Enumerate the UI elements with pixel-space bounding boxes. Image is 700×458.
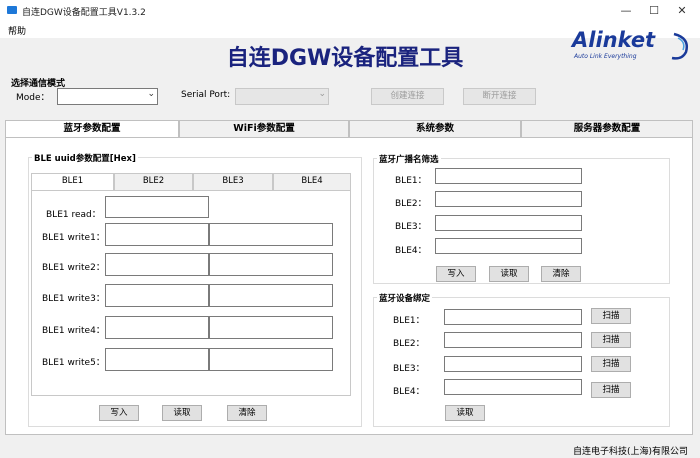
bind-ble2-input[interactable] (444, 332, 582, 348)
alinket-logo: Alinket Auto Link Everything (572, 28, 692, 64)
ble1-write1-input-a[interactable] (105, 223, 209, 246)
tab-server-config[interactable]: 服务器参数配置 (521, 120, 693, 138)
ble-bind-group-label: 蓝牙设备绑定 (377, 292, 433, 304)
filter-ble1-label: BLE1： (395, 176, 427, 186)
bind-ble4-label: BLE4： (393, 387, 425, 397)
company-name: 自连电子科技(上海)有限公司 (572, 447, 688, 457)
ble-filter-group-label: 蓝牙广播名筛选 (377, 153, 441, 165)
tab-ble2[interactable]: BLE2 (114, 173, 193, 190)
maximize-icon[interactable]: ☐ (640, 2, 668, 20)
connect-button[interactable]: 创建连接 (371, 88, 444, 105)
filter-ble4-label: BLE4： (395, 246, 427, 256)
filter-clear-button[interactable]: 清除 (541, 266, 581, 282)
tab-ble1[interactable]: BLE1 (31, 173, 114, 191)
main-tabs: 蓝牙参数配置 WiFi参数配置 系统参数 服务器参数配置 (5, 120, 693, 139)
bind-ble3-input[interactable] (444, 356, 582, 372)
ble1-write4-input-a[interactable] (105, 316, 209, 339)
mode-select[interactable]: ⌄ (57, 88, 158, 105)
disconnect-button[interactable]: 断开连接 (463, 88, 536, 105)
ble-uuid-read-button[interactable]: 读取 (162, 405, 202, 421)
filter-write-button[interactable]: 写入 (436, 266, 476, 282)
filter-ble2-label: BLE2： (395, 199, 427, 209)
ble1-write5-input-b[interactable] (209, 348, 333, 371)
ble1-write1-label: BLE1 write1： (42, 233, 105, 243)
tab-wifi-config[interactable]: WiFi参数配置 (179, 120, 349, 138)
ble1-write2-input-b[interactable] (209, 253, 333, 276)
ble1-write4-label: BLE1 write4： (42, 326, 105, 336)
logo-swoosh-icon (671, 32, 688, 60)
bind-ble4-scan-button[interactable]: 扫描 (591, 382, 631, 398)
ble1-write5-label: BLE1 write5： (42, 358, 105, 368)
logo-text: Alinket (572, 28, 656, 52)
chevron-down-icon: ⌄ (147, 89, 155, 99)
bind-ble2-scan-button[interactable]: 扫描 (591, 332, 631, 348)
filter-ble3-input[interactable] (435, 215, 582, 231)
filter-ble2-input[interactable] (435, 191, 582, 207)
minimize-icon[interactable]: — (612, 2, 640, 20)
ble-uuid-clear-button[interactable]: 清除 (227, 405, 267, 421)
bind-ble3-label: BLE3： (393, 364, 425, 374)
filter-ble4-input[interactable] (435, 238, 582, 254)
serial-port-select[interactable]: ⌄ (235, 88, 329, 105)
ble-uuid-group-label: BLE uuid参数配置[Hex] (32, 152, 138, 164)
menu-help[interactable]: 帮助 (8, 24, 26, 37)
ble1-write2-label: BLE1 write2： (42, 263, 105, 273)
tab-ble3[interactable]: BLE3 (193, 173, 273, 190)
window-title-bar: 自连DGW设备配置工具V1.3.2 — ☐ ✕ (0, 0, 700, 22)
window-title: 自连DGW设备配置工具V1.3.2 (22, 8, 146, 18)
tab-ble4[interactable]: BLE4 (273, 173, 351, 190)
serial-port-label: Serial Port: (181, 90, 231, 100)
ble-inner-tabs: BLE1 BLE2 BLE3 BLE4 (31, 173, 351, 191)
bind-ble4-input[interactable] (444, 379, 582, 395)
ble1-write3-input-a[interactable] (105, 284, 209, 307)
filter-ble3-label: BLE3： (395, 222, 427, 232)
mode-label: Mode： (16, 93, 50, 103)
ble1-write4-input-b[interactable] (209, 316, 333, 339)
bind-ble1-label: BLE1： (393, 316, 425, 326)
bind-ble1-input[interactable] (444, 309, 582, 325)
ble1-write1-input-b[interactable] (209, 223, 333, 246)
bind-ble3-scan-button[interactable]: 扫描 (591, 356, 631, 372)
ble1-write5-input-a[interactable] (105, 348, 209, 371)
ble-uuid-write-button[interactable]: 写入 (99, 405, 139, 421)
tab-system-params[interactable]: 系统参数 (349, 120, 521, 138)
filter-read-button[interactable]: 读取 (489, 266, 529, 282)
bind-read-button[interactable]: 读取 (445, 405, 485, 421)
logo-tagline: Auto Link Everything (574, 53, 637, 60)
app-icon (7, 6, 17, 14)
ble1-write2-input-a[interactable] (105, 253, 209, 276)
status-bar: 自连电子科技(上海)有限公司 (0, 441, 700, 458)
ble1-write3-input-b[interactable] (209, 284, 333, 307)
bind-ble2-label: BLE2： (393, 339, 425, 349)
ble1-read-input[interactable] (105, 196, 209, 218)
ble1-write3-label: BLE1 write3： (42, 294, 105, 304)
bind-ble1-scan-button[interactable]: 扫描 (591, 308, 631, 324)
filter-ble1-input[interactable] (435, 168, 582, 184)
close-icon[interactable]: ✕ (668, 2, 696, 20)
ble1-read-label: BLE1 read： (46, 210, 101, 220)
chevron-down-icon: ⌄ (318, 89, 326, 99)
